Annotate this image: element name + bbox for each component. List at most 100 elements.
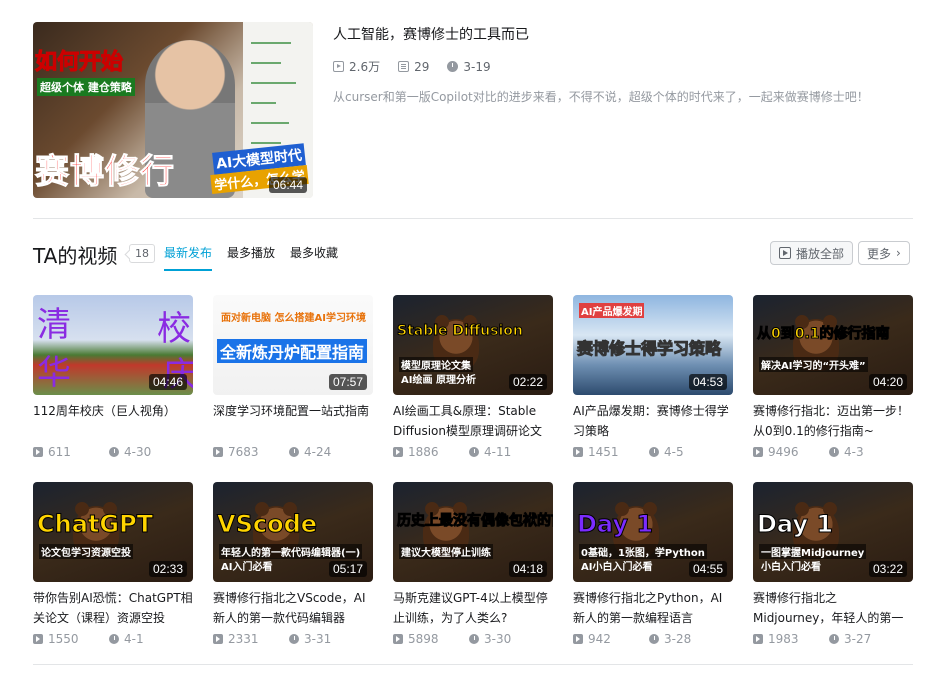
video-thumbnail[interactable]: 清华校庆04:46 — [33, 295, 193, 395]
thumb-text: AI小白入门必看 — [581, 562, 653, 573]
duration-badge: 04:55 — [688, 561, 727, 577]
publish-date: 4-3 — [844, 445, 864, 459]
clock-icon — [109, 634, 119, 644]
video-title[interactable]: 赛博修行指北：迈出第一步！从0到0.1的修行指南~ — [753, 401, 913, 441]
duration-badge: 04:46 — [148, 374, 187, 390]
chevron-right-icon: › — [896, 246, 901, 260]
duration-badge: 06:44 — [268, 177, 307, 193]
video-thumbnail[interactable]: Day 1 一图掌握Midjourney 小白入门必看 03:22 — [753, 482, 913, 582]
video-title[interactable]: 马斯克建议GPT-4以上模型停止训练，为了人类么? — [393, 588, 553, 628]
more-button[interactable]: 更多 › — [858, 241, 910, 265]
play-all-button[interactable]: 播放全部 — [770, 241, 854, 265]
section-title: TA的视频 — [33, 244, 118, 268]
video-card[interactable]: 历史上最没有偶像包袱的首富建议大模型停止训练 04:18 马斯克建议GPT-4以上模… — [393, 482, 553, 646]
video-thumbnail[interactable]: 从0到0.1的修行指南 解决AI学习的“开头难” 04:20 — [753, 295, 913, 395]
tab-latest[interactable]: 最新发布 — [164, 244, 213, 271]
video-card[interactable]: 从0到0.1的修行指南 解决AI学习的“开头难” 04:20 赛博修行指北：迈出第一步… — [753, 295, 913, 459]
duration-badge: 05:17 — [328, 561, 367, 577]
video-thumbnail[interactable]: 赛博修士得学习策略 AI产品爆发期 04:53 — [573, 295, 733, 395]
video-meta: 1983 3-27 — [753, 632, 913, 646]
thumb-text: Day 1 — [756, 510, 834, 539]
duration-badge: 07:57 — [328, 374, 367, 390]
view-count: 1550 — [48, 632, 79, 646]
videos-section-header: TA的视频 18 最新发布 最多播放 最多收藏 播放全部 更多 › — [33, 240, 913, 271]
clock-icon — [289, 447, 299, 457]
duration-badge: 04:53 — [688, 374, 727, 390]
video-title[interactable]: 带你告别AI恐慌：ChatGPT相关论文（课程）资源空投 — [33, 588, 193, 628]
tab-most-favorited[interactable]: 最多收藏 — [290, 244, 338, 271]
publish-date: 4-1 — [124, 632, 144, 646]
video-meta: 942 3-28 — [573, 632, 733, 646]
featured-title[interactable]: 人工智能，赛博修士的工具而已 — [333, 24, 529, 44]
video-title[interactable]: AI绘画工具&原理：Stable Diffusion模型原理调研论文 — [393, 401, 553, 441]
video-thumbnail[interactable]: 全新炼丹炉配置指南 面对新电脑 怎么搭建AI学习环境 07:57 — [213, 295, 373, 395]
view-count: 942 — [588, 632, 611, 646]
play-count-icon — [33, 634, 43, 644]
playlist-icon — [398, 61, 410, 72]
thumb-text: VScode — [216, 510, 318, 539]
video-thumbnail[interactable]: 历史上最没有偶像包袱的首富建议大模型停止训练 04:18 — [393, 482, 553, 582]
video-card[interactable]: ChatGPT 论文包学习资源空投 02:33 带你告别AI恐慌：ChatGPT相关论… — [33, 482, 193, 646]
video-title[interactable]: 112周年校庆（巨人视角） — [33, 401, 193, 441]
featured-thumbnail[interactable]: 如何开始 超级个体 建仓策略 赛博修行 AI大模型时代 学什么，怎么学 06:4… — [33, 22, 313, 198]
thumb-text: 0基础，1张图，学Python — [579, 544, 707, 559]
video-card[interactable]: 清华校庆04:46112周年校庆（巨人视角）6114-30 — [33, 295, 193, 459]
duration-badge: 03:22 — [868, 561, 907, 577]
thumb-text: AI绘画 原理分析 — [401, 375, 476, 386]
play-count-icon — [213, 447, 223, 457]
thumb-text: 校 — [157, 309, 191, 349]
publish-date: 3-31 — [304, 632, 332, 646]
view-count: 2.6万 — [349, 60, 381, 74]
thumb-text: 超级个体 建仓策略 — [37, 78, 135, 96]
video-title[interactable]: 赛博修行指北之Python，AI新人的第一款编程语言 — [573, 588, 733, 628]
video-meta: 1451 4-5 — [573, 445, 733, 459]
publish-date: 3-30 — [484, 632, 512, 646]
publish-date: 4-24 — [304, 445, 332, 459]
video-meta: 2331 3-31 — [213, 632, 373, 646]
featured-video[interactable]: 如何开始 超级个体 建仓策略 赛博修行 AI大模型时代 学什么，怎么学 06:4… — [33, 22, 913, 198]
clock-icon — [289, 634, 299, 644]
video-title[interactable]: AI产品爆发期：赛博修士得学习策略 — [573, 401, 733, 441]
play-count-icon — [333, 61, 344, 72]
clock-icon — [469, 447, 479, 457]
tab-most-played[interactable]: 最多播放 — [227, 244, 275, 271]
video-title[interactable]: 深度学习环境配置一站式指南 — [213, 401, 373, 441]
video-card[interactable]: 赛博修士得学习策略 AI产品爆发期 04:53 AI产品爆发期：赛博修士得学习策略 14… — [573, 295, 733, 459]
clock-icon — [649, 634, 659, 644]
video-thumbnail[interactable]: Stable Diffusion 模型原理论文集 AI绘画 原理分析 02:22 — [393, 295, 553, 395]
video-card[interactable]: 全新炼丹炉配置指南 面对新电脑 怎么搭建AI学习环境 07:57 深度学习环境配置一站… — [213, 295, 373, 459]
thumb-text: 华 — [37, 353, 71, 393]
video-thumbnail[interactable]: VScode 年轻人的第一款代码编辑器(一) AI入门必看 05:17 — [213, 482, 373, 582]
view-count: 1886 — [408, 445, 439, 459]
thumb-text: 解决AI学习的“开头难” — [759, 357, 868, 372]
video-meta: 611 4-30 — [33, 445, 193, 459]
video-meta: 5898 3-30 — [393, 632, 553, 646]
thumb-text: Stable Diffusion — [397, 323, 524, 340]
view-count: 5898 — [408, 632, 439, 646]
video-title[interactable]: 赛博修行指北之VScode，AI新人的第一款代码编辑器 — [213, 588, 373, 628]
thumb-text: 全新炼丹炉配置指南 — [217, 339, 368, 363]
play-count-icon — [573, 447, 583, 457]
play-count-icon — [213, 634, 223, 644]
video-title[interactable]: 赛博修行指北之Midjourney，年轻人的第一款AI绘画工具 — [753, 588, 913, 628]
thumb-text: 论文包学习资源空投 — [39, 544, 133, 559]
video-card[interactable]: VScode 年轻人的第一款代码编辑器(一) AI入门必看 05:17 赛博修行指北之V… — [213, 482, 373, 646]
divider — [33, 664, 913, 665]
publish-date: 4-30 — [124, 445, 152, 459]
thumb-text: 赛博修士得学习策略 — [576, 339, 722, 359]
video-count: 29 — [414, 59, 430, 74]
thumb-text: 模型原理论文集 — [399, 357, 473, 372]
video-thumbnail[interactable]: Day 1 0基础，1张图，学Python AI小白入门必看 04:55 — [573, 482, 733, 582]
thumb-text: 年轻人的第一款代码编辑器(一) — [219, 544, 363, 559]
play-count-icon — [33, 447, 43, 457]
video-card[interactable]: Day 1 一图掌握Midjourney 小白入门必看 03:22 赛博修行指北之Mid… — [753, 482, 913, 646]
video-thumbnail[interactable]: ChatGPT 论文包学习资源空投 02:33 — [33, 482, 193, 582]
thumb-text: 从0到0.1的修行指南 — [757, 326, 891, 343]
play-all-label: 播放全部 — [796, 246, 845, 261]
video-card[interactable]: Stable Diffusion 模型原理论文集 AI绘画 原理分析 02:22 AI绘… — [393, 295, 553, 459]
video-card[interactable]: Day 1 0基础，1张图，学Python AI小白入门必看 04:55 赛博修行指北之… — [573, 482, 733, 646]
featured-description: 从curser和第一版Copilot对比的进步来看，不得不说，超级个体的时代来了… — [333, 90, 869, 104]
play-count-icon — [753, 447, 763, 457]
video-meta: 1886 4-11 — [393, 445, 553, 459]
duration-badge: 02:22 — [508, 374, 547, 390]
